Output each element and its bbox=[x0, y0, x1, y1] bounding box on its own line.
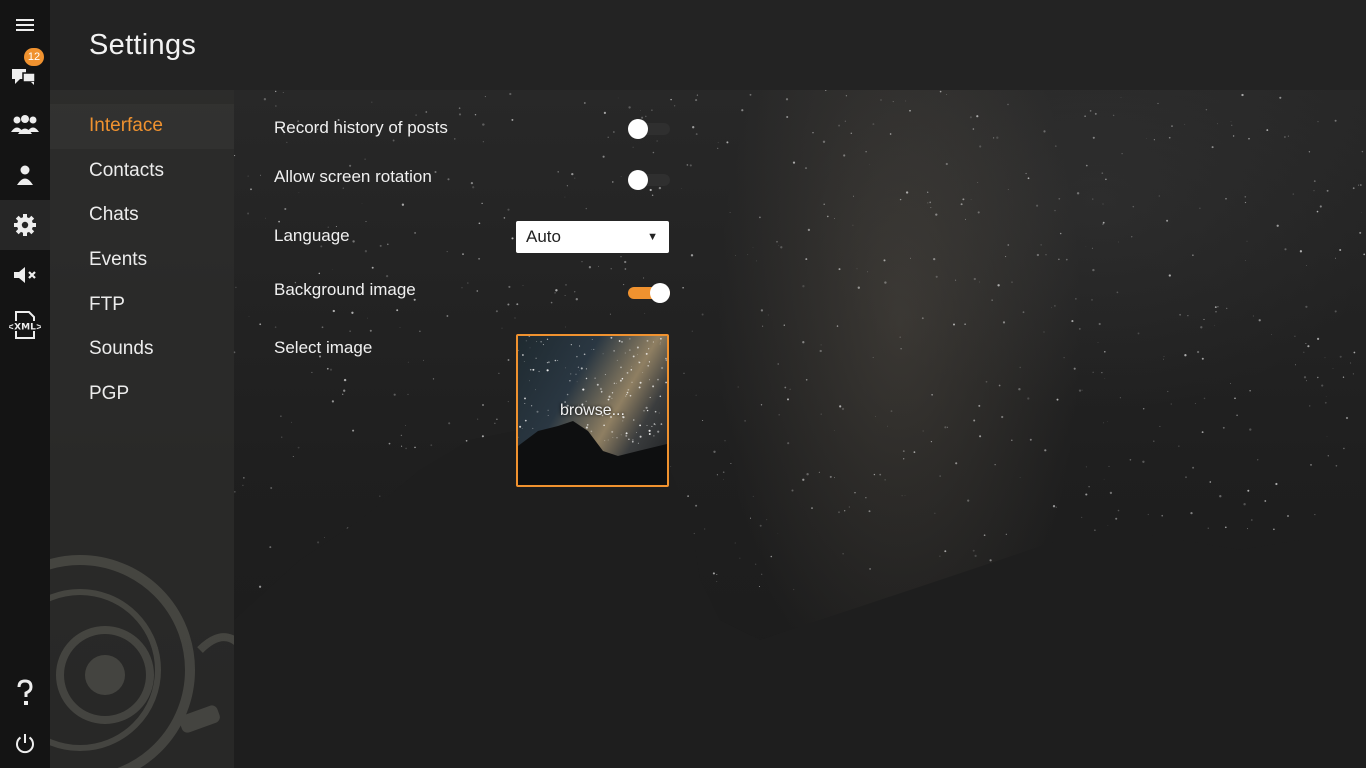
screen-rotation-label: Allow screen rotation bbox=[274, 167, 432, 186]
hamburger-menu-icon bbox=[16, 19, 34, 31]
svg-text:<XML>: <XML> bbox=[9, 323, 41, 333]
settings-category-list: Interface Contacts Chats Events FTP Soun… bbox=[50, 104, 234, 417]
sound-button[interactable] bbox=[0, 250, 50, 300]
page-title: Settings bbox=[89, 29, 197, 61]
power-icon bbox=[16, 734, 34, 754]
screen-rotation-toggle[interactable] bbox=[628, 170, 670, 190]
help-button[interactable] bbox=[0, 668, 50, 718]
settings-button[interactable] bbox=[0, 200, 50, 250]
nav-item-events[interactable]: Events bbox=[50, 238, 234, 283]
account-button[interactable] bbox=[0, 150, 50, 200]
nav-item-ftp[interactable]: FTP bbox=[50, 283, 234, 328]
language-select-value: Auto bbox=[526, 227, 561, 246]
nav-item-interface[interactable]: Interface bbox=[50, 104, 234, 149]
icon-rail: 12 <XML> bbox=[0, 0, 50, 768]
nav-item-chats[interactable]: Chats bbox=[50, 193, 234, 238]
xml-console-icon: <XML> bbox=[9, 311, 41, 339]
person-icon bbox=[17, 165, 33, 185]
menu-button[interactable] bbox=[0, 0, 50, 50]
speaker-mute-icon bbox=[14, 267, 36, 283]
select-image-label: Select image bbox=[274, 338, 373, 357]
chat-bubbles-icon bbox=[12, 69, 36, 85]
xml-console-button[interactable]: <XML> bbox=[0, 300, 50, 350]
language-label: Language bbox=[274, 226, 350, 245]
record-history-label: Record history of posts bbox=[274, 118, 448, 137]
chats-button[interactable]: 12 bbox=[0, 48, 50, 100]
gear-icon bbox=[14, 214, 36, 236]
nav-item-pgp[interactable]: PGP bbox=[50, 372, 234, 417]
background-image-label: Background image bbox=[274, 280, 416, 299]
power-button[interactable] bbox=[0, 718, 50, 768]
settings-nav-panel: Settings Interface Contacts Chats Events… bbox=[50, 0, 234, 768]
nav-header: Settings bbox=[50, 0, 234, 90]
nav-item-sounds[interactable]: Sounds bbox=[50, 327, 234, 372]
decorative-watermark bbox=[50, 555, 234, 768]
dropdown-caret-icon: ▼ bbox=[647, 231, 658, 243]
record-history-toggle[interactable] bbox=[628, 119, 670, 139]
background-image-toggle[interactable] bbox=[628, 283, 670, 303]
content-header-band bbox=[234, 0, 1366, 90]
group-icon bbox=[11, 115, 39, 134]
question-mark-icon bbox=[17, 679, 33, 705]
language-select[interactable]: Auto ▼ bbox=[516, 221, 669, 253]
image-picker-button[interactable]: browse... bbox=[516, 334, 669, 487]
contacts-button[interactable] bbox=[0, 100, 50, 150]
unread-count-badge: 12 bbox=[24, 48, 44, 66]
browse-label: browse... bbox=[560, 401, 625, 419]
nav-item-contacts[interactable]: Contacts bbox=[50, 149, 234, 194]
